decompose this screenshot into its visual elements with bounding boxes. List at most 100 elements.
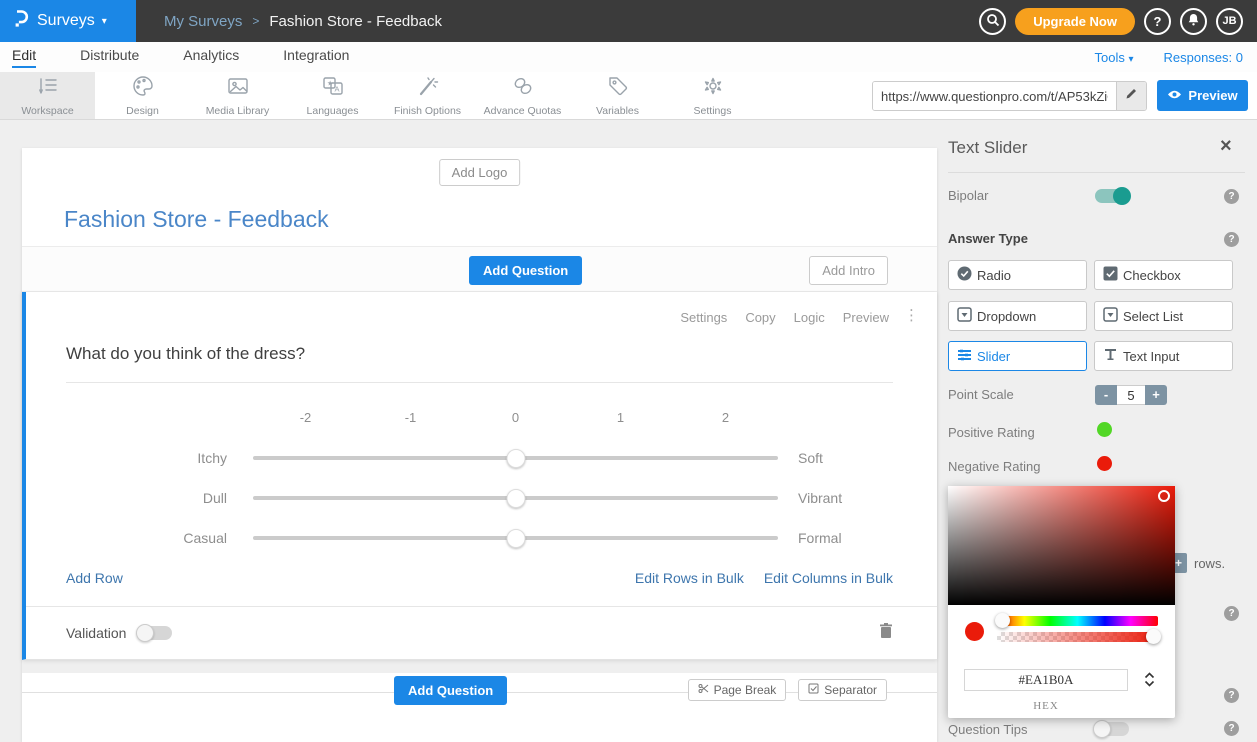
separator-button[interactable]: Separator bbox=[798, 679, 887, 701]
answer-type-checkbox[interactable]: Checkbox bbox=[1094, 260, 1233, 290]
close-icon[interactable]: × bbox=[1220, 136, 1232, 156]
slider-track[interactable] bbox=[253, 489, 778, 507]
question-settings-panel: Text Slider × Bipolar ? Answer Type ? Ra… bbox=[937, 120, 1257, 742]
scale-label: 2 bbox=[673, 410, 778, 425]
question-preview-link[interactable]: Preview bbox=[843, 310, 889, 325]
responses-count[interactable]: Responses: 0 bbox=[1164, 50, 1244, 65]
search-icon bbox=[986, 13, 1000, 30]
hue-slider-handle[interactable] bbox=[995, 613, 1010, 628]
avatar[interactable]: JB bbox=[1216, 8, 1243, 35]
slider-handle[interactable] bbox=[506, 529, 525, 548]
checkbox-icon bbox=[1103, 266, 1118, 284]
answer-type-text-input[interactable]: Text Input bbox=[1094, 341, 1233, 371]
survey-canvas: Add Logo Fashion Store - Feedback Add Qu… bbox=[22, 148, 937, 742]
answer-type-radio[interactable]: Radio bbox=[948, 260, 1087, 290]
search-button[interactable] bbox=[979, 8, 1006, 35]
alpha-slider[interactable] bbox=[997, 632, 1158, 642]
validation-toggle[interactable] bbox=[138, 626, 172, 640]
select-list-icon bbox=[1103, 307, 1118, 325]
add-intro-button[interactable]: Add Intro bbox=[809, 256, 888, 285]
chevron-down-icon bbox=[1144, 680, 1155, 687]
hex-color-input[interactable] bbox=[964, 669, 1128, 691]
slider-track[interactable] bbox=[253, 529, 778, 547]
tab-analytics[interactable]: Analytics bbox=[183, 47, 239, 68]
toolbar-item-settings[interactable]: Settings bbox=[665, 72, 760, 119]
negative-rating-label: Negative Rating bbox=[948, 459, 1041, 474]
point-scale-input[interactable] bbox=[1117, 385, 1145, 405]
slider-handle[interactable] bbox=[506, 489, 525, 508]
questionpro-app: Surveys ▾ My Surveys > Fashion Store - F… bbox=[0, 0, 1257, 742]
question-settings-link[interactable]: Settings bbox=[680, 310, 727, 325]
divider bbox=[22, 660, 937, 673]
product-switcher[interactable]: Surveys ▾ bbox=[0, 0, 136, 42]
chain-link-icon bbox=[511, 75, 535, 102]
color-format-toggle[interactable] bbox=[1144, 672, 1155, 687]
point-scale-decrease-button[interactable]: - bbox=[1095, 385, 1117, 405]
question-tips-label: Question Tips bbox=[948, 722, 1028, 737]
notifications-button[interactable] bbox=[1180, 8, 1207, 35]
page-footer-row: Add Question Page Break Separator bbox=[22, 673, 937, 715]
add-question-button-bottom[interactable]: Add Question bbox=[394, 676, 507, 705]
slider-track[interactable] bbox=[253, 449, 778, 467]
toolbar-item-media-library[interactable]: Media Library bbox=[190, 72, 285, 119]
tab-distribute[interactable]: Distribute bbox=[80, 47, 139, 68]
help-icon[interactable]: ? bbox=[1224, 721, 1239, 736]
radio-icon bbox=[957, 266, 972, 284]
tab-integration[interactable]: Integration bbox=[283, 47, 349, 68]
upgrade-now-button[interactable]: Upgrade Now bbox=[1015, 8, 1135, 35]
positive-rating-color-swatch[interactable] bbox=[1097, 422, 1112, 437]
toolbar-item-design[interactable]: Design bbox=[95, 72, 190, 119]
help-button[interactable]: ? bbox=[1144, 8, 1171, 35]
delete-question-button[interactable] bbox=[879, 622, 893, 644]
chevron-down-icon: ▾ bbox=[102, 16, 107, 27]
add-question-button-top[interactable]: Add Question bbox=[469, 256, 582, 285]
help-icon[interactable]: ? bbox=[1224, 688, 1239, 703]
toolbar-item-finish-options[interactable]: Finish Options bbox=[380, 72, 475, 119]
add-row-link[interactable]: Add Row bbox=[66, 570, 123, 586]
help-icon[interactable]: ? bbox=[1224, 606, 1239, 621]
page-break-button[interactable]: Page Break bbox=[688, 679, 787, 701]
tools-menu[interactable]: Tools ▾ bbox=[1094, 50, 1133, 65]
translate-icon: ★A bbox=[321, 75, 345, 102]
alpha-slider-handle[interactable] bbox=[1146, 629, 1161, 644]
answer-type-slider[interactable]: Slider bbox=[948, 341, 1087, 371]
edit-rows-bulk-link[interactable]: Edit Rows in Bulk bbox=[635, 570, 744, 586]
bipolar-help-icon[interactable]: ? bbox=[1224, 189, 1239, 204]
point-scale-increase-button[interactable]: + bbox=[1145, 385, 1167, 405]
toolbar-item-advance-quotas[interactable]: Advance Quotas bbox=[475, 72, 570, 119]
row-left-label: Itchy bbox=[66, 450, 253, 466]
survey-title[interactable]: Fashion Store - Feedback bbox=[64, 206, 329, 233]
preview-button[interactable]: Preview bbox=[1157, 80, 1248, 111]
text-input-icon bbox=[1103, 347, 1118, 365]
question-logic-link[interactable]: Logic bbox=[794, 310, 825, 325]
row-right-label: Formal bbox=[778, 530, 842, 546]
question-copy-link[interactable]: Copy bbox=[745, 310, 775, 325]
slider-handle[interactable] bbox=[506, 449, 525, 468]
panel-title: Text Slider bbox=[948, 138, 1027, 158]
toolbar-item-variables[interactable]: Variables bbox=[570, 72, 665, 119]
slider-row-casual-formal: Casual Formal bbox=[66, 518, 893, 558]
edit-columns-bulk-link[interactable]: Edit Columns in Bulk bbox=[764, 570, 893, 586]
question-text[interactable]: What do you think of the dress? bbox=[66, 344, 305, 364]
answer-type-dropdown[interactable]: Dropdown bbox=[948, 301, 1087, 331]
bipolar-toggle[interactable] bbox=[1095, 189, 1129, 203]
current-color-swatch bbox=[965, 622, 984, 641]
survey-url-input[interactable] bbox=[873, 82, 1116, 110]
hue-slider[interactable] bbox=[997, 616, 1158, 626]
color-saturation-cursor[interactable] bbox=[1158, 490, 1170, 502]
tab-edit[interactable]: Edit bbox=[12, 47, 36, 68]
question-tips-toggle[interactable] bbox=[1095, 722, 1129, 736]
add-logo-button[interactable]: Add Logo bbox=[439, 159, 521, 186]
product-label: Surveys bbox=[37, 12, 95, 30]
negative-rating-color-swatch[interactable] bbox=[1097, 456, 1112, 471]
answer-type-help-icon[interactable]: ? bbox=[1224, 232, 1239, 247]
answer-type-select-list[interactable]: Select List bbox=[1094, 301, 1233, 331]
toolbar-item-languages[interactable]: ★A Languages bbox=[285, 72, 380, 119]
color-saturation-area[interactable] bbox=[948, 486, 1175, 605]
point-scale-label: Point Scale bbox=[948, 387, 1014, 402]
toolbar-item-workspace[interactable]: Workspace bbox=[0, 72, 95, 119]
breadcrumb-my-surveys[interactable]: My Surveys bbox=[164, 13, 242, 30]
row-left-label: Dull bbox=[66, 490, 253, 506]
question-more-menu-icon[interactable]: ⋮ bbox=[904, 308, 919, 323]
edit-url-button[interactable] bbox=[1116, 82, 1146, 110]
